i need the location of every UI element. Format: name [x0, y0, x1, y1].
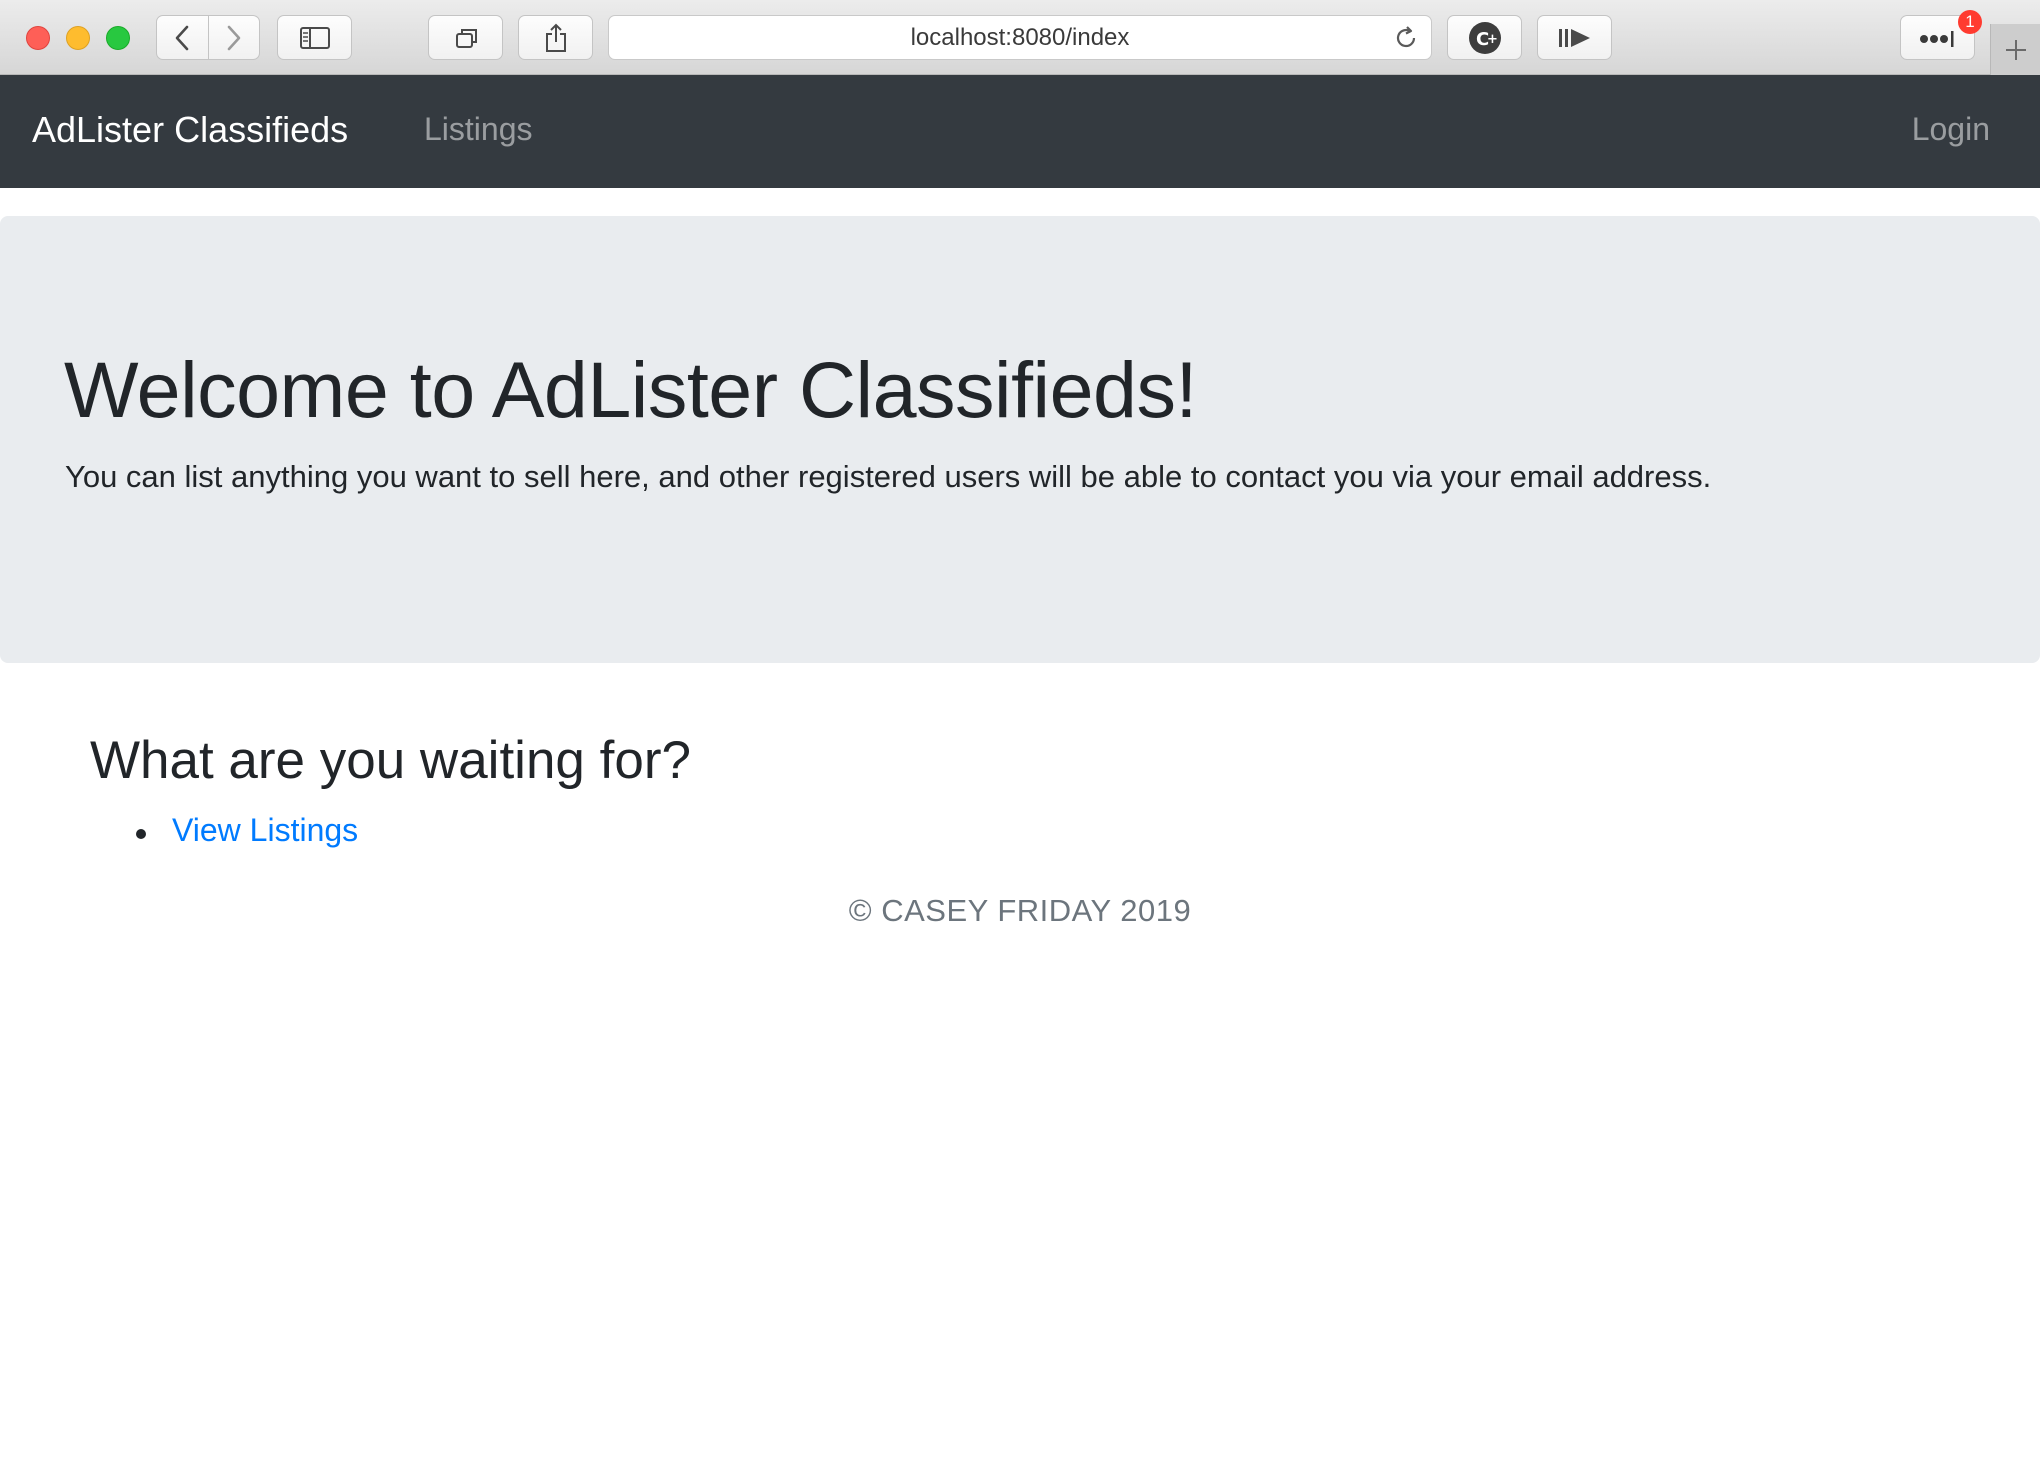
forward-button[interactable] — [207, 16, 260, 59]
welcome-jumbotron: Welcome to AdLister Classifieds! You can… — [0, 216, 2040, 663]
navbar-brand-link[interactable]: AdLister Classifieds — [32, 109, 348, 151]
forward-icon — [227, 25, 241, 50]
tab-overview-button[interactable] — [428, 15, 503, 60]
plus-icon — [2005, 39, 2026, 60]
page-title: Welcome to AdLister Classifieds! — [64, 345, 1197, 434]
new-tab-button[interactable] — [1990, 24, 2040, 75]
more-icon — [1919, 30, 1953, 47]
view-listings-link[interactable]: View Listings — [172, 812, 358, 848]
back-icon — [175, 25, 189, 50]
minimize-window-button[interactable] — [66, 26, 90, 50]
share-button[interactable] — [518, 15, 593, 60]
address-bar[interactable]: localhost:8080/index — [608, 15, 1432, 60]
reload-icon — [1396, 26, 1416, 48]
copyright-text: © CASEY FRIDAY 2019 — [848, 893, 1192, 928]
reload-button[interactable] — [1393, 25, 1419, 58]
close-window-button[interactable] — [26, 26, 50, 50]
notification-badge: 1 — [1958, 10, 1982, 34]
cta-heading: What are you waiting for? — [90, 731, 691, 790]
nav-listings-link[interactable]: Listings — [424, 111, 533, 148]
reader-button[interactable] — [1537, 15, 1612, 60]
url-text: localhost:8080/index — [910, 23, 1130, 51]
svg-text:+: + — [1487, 32, 1498, 47]
share-icon — [545, 23, 566, 52]
nav-login-link[interactable]: Login — [1912, 111, 1990, 148]
cta-link-list: View Listings — [132, 812, 358, 849]
history-nav-group — [156, 15, 260, 60]
extension-c-plus-icon: C+ — [1468, 21, 1501, 54]
page-footer: © CASEY FRIDAY 2019 — [0, 893, 2040, 929]
reader-play-icon — [1558, 28, 1590, 47]
bullet-icon — [136, 829, 146, 839]
back-button[interactable] — [157, 16, 208, 59]
extension-button[interactable]: C + — [1447, 15, 1522, 60]
sidebar-button[interactable] — [277, 15, 352, 60]
tabs-icon — [455, 28, 477, 48]
welcome-lead-text: You can list anything you want to sell h… — [65, 459, 1712, 494]
zoom-window-button[interactable] — [106, 26, 130, 50]
browser-toolbar: localhost:8080/index C + 1 — [0, 0, 2040, 75]
sidebar-icon — [299, 26, 330, 49]
site-navbar: AdLister Classifieds Listings Login — [0, 75, 2040, 188]
list-item: View Listings — [132, 812, 358, 849]
